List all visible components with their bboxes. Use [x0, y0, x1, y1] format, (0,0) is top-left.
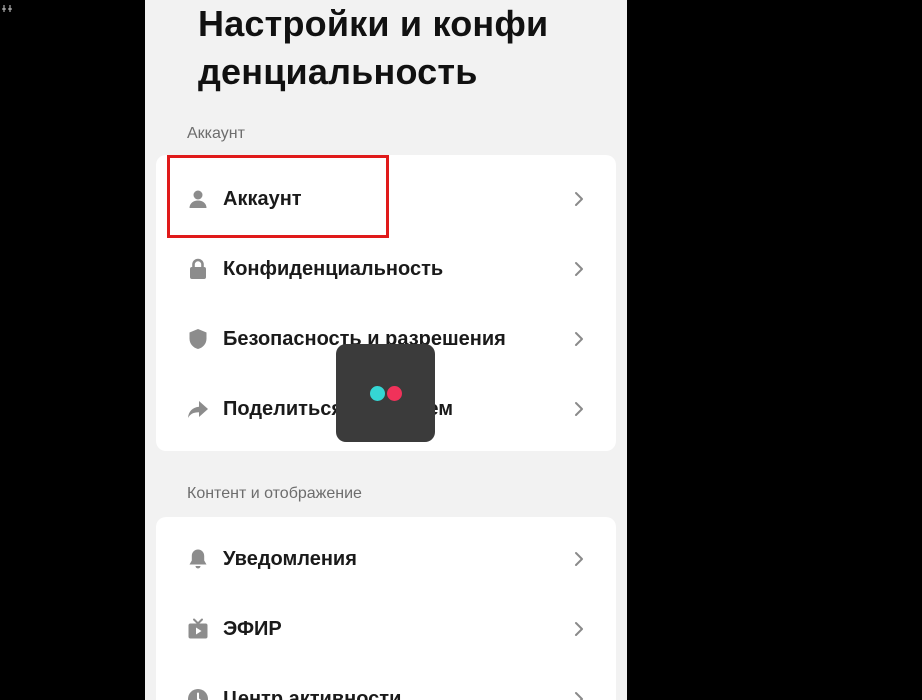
chevron-right-icon [572, 550, 586, 568]
settings-item-label: Уведомления [223, 547, 357, 570]
highlight-annotation-box [167, 155, 389, 238]
chevron-right-icon [572, 260, 586, 278]
settings-item-label: Конфиденциальность [223, 257, 444, 280]
loading-indicator [336, 344, 435, 442]
settings-item-notifications[interactable]: Уведомления [156, 524, 616, 594]
tv-live-icon [186, 617, 210, 641]
chevron-right-icon [572, 620, 586, 638]
settings-item-activity-center[interactable]: Центр активности [156, 664, 616, 700]
chevron-right-icon [572, 330, 586, 348]
cursor-icon [2, 0, 14, 12]
shield-icon [186, 327, 210, 351]
settings-item-live[interactable]: ЭФИР [156, 594, 616, 664]
loading-dot-red [387, 386, 402, 401]
share-arrow-icon [186, 397, 210, 421]
page-title: Настройки и конфи денциальность [198, 0, 598, 96]
section-header-content: Контент и отображение [187, 485, 362, 502]
chevron-right-icon [572, 190, 586, 208]
loading-dot-cyan [370, 386, 385, 401]
chevron-right-icon [572, 400, 586, 418]
page-title-line-1: Настройки и конфи [198, 3, 549, 44]
bell-icon [186, 547, 210, 571]
section-header-account: Аккаунт [187, 125, 245, 142]
lock-icon [186, 257, 210, 281]
content-settings-card: Уведомления ЭФИР Центр активности [156, 517, 616, 700]
settings-item-label: ЭФИР [223, 617, 282, 640]
settings-item-privacy[interactable]: Конфиденциальность [156, 234, 616, 304]
clock-icon [186, 687, 210, 700]
settings-item-label: Центр активности [223, 687, 402, 700]
chevron-right-icon [572, 690, 586, 700]
page-title-line-2: денциальность [198, 51, 478, 92]
